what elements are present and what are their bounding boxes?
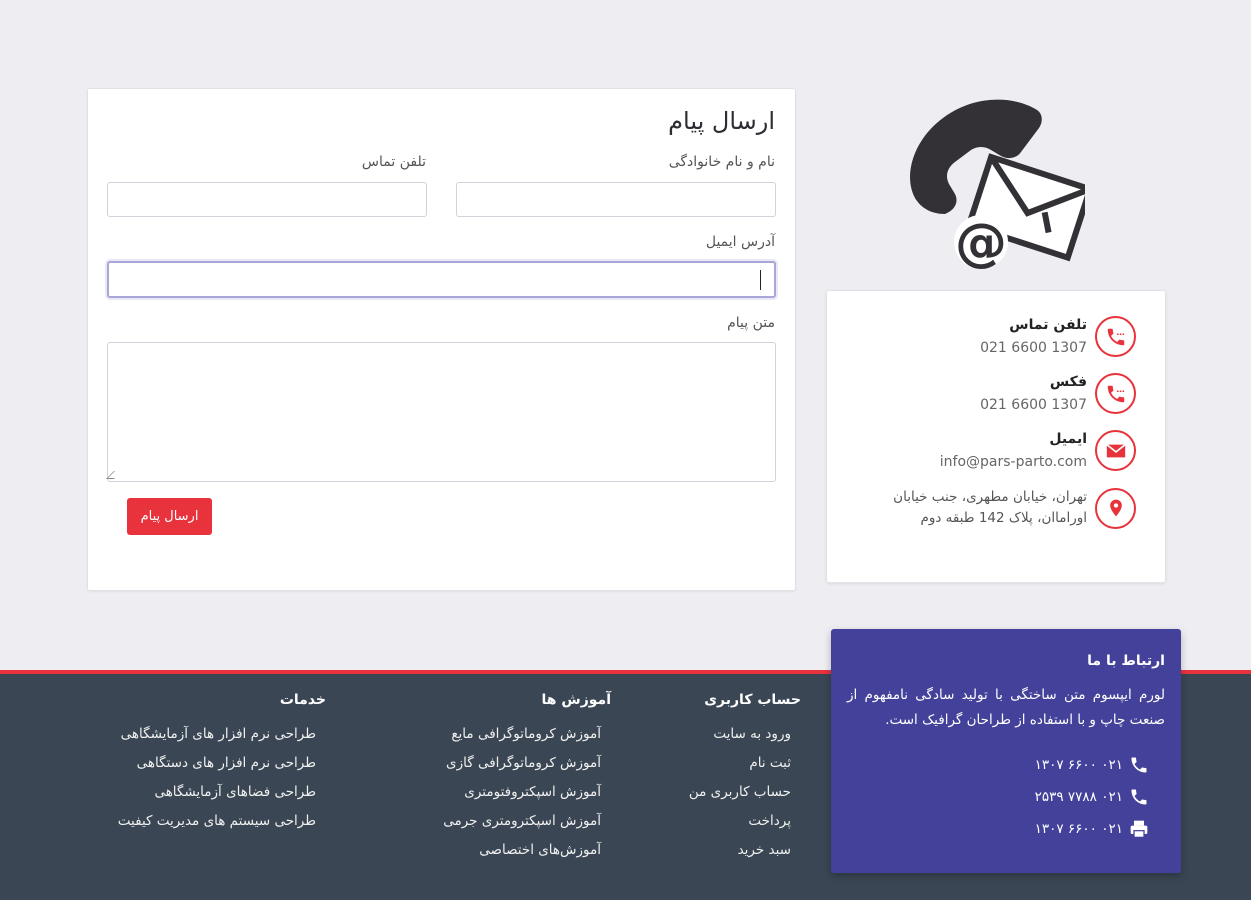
info-fax-row: فکس 021 6600 1307 [980, 373, 1136, 414]
message-label: متن پیام [727, 315, 775, 331]
fax-value: 021 6600 1307 [980, 397, 1087, 413]
footer-link[interactable]: سبد خرید [689, 842, 791, 871]
address-text: تهران، خیابان مطهری، جنب خیابان اوراماان… [893, 489, 1087, 526]
svg-text:@: @ [955, 213, 1007, 273]
name-input[interactable] [456, 182, 776, 217]
contact-phone-1: ۰۲۱ ۶۶۰۰ ۱۳۰۷ [1034, 757, 1123, 773]
footer-link[interactable]: ورود به سایت [689, 726, 791, 755]
printer-icon [1130, 820, 1148, 838]
envelope-icon [1095, 430, 1136, 471]
info-email-row: ایمیل info@pars-parto.com [940, 430, 1136, 471]
footer-link[interactable]: طراحی سیستم های مدیریت کیفیت [118, 813, 316, 842]
phone-label: تلفن تماس [361, 154, 426, 170]
contact-phone-row-2: ۰۲۱ ۷۷۸۸ ۲۵۳۹ [847, 781, 1165, 813]
phone-input[interactable] [107, 182, 427, 217]
contact-phone-2: ۰۲۱ ۷۷۸۸ ۲۵۳۹ [1034, 789, 1123, 805]
info-address-row: تهران، خیابان مطهری، جنب خیابان اوراماان… [887, 487, 1136, 529]
contact-box-text: لورم ایپسوم متن ساختگی با تولید سادگی نا… [847, 687, 1165, 728]
footer-link[interactable]: آموزش‌های اختصاصی [443, 842, 601, 871]
phone-title: تلفن تماس [1009, 317, 1087, 333]
footer-link[interactable]: ثبت نام [689, 755, 791, 784]
text-caret [760, 270, 761, 290]
footer-link[interactable]: طراحی فضاهای آزمایشگاهی [118, 784, 316, 813]
footer-account-title: حساب کاربری [704, 692, 801, 708]
info-phone-row: تلفن تماس 021 6600 1307 [980, 316, 1136, 357]
phone-icon [1131, 757, 1147, 773]
email-title: ایمیل [1049, 431, 1087, 447]
footer-link[interactable]: آموزش کروماتوگرافی مایع [443, 726, 601, 755]
name-label: نام و نام خانوادگی [668, 154, 775, 170]
submit-button[interactable]: ارسال پیام [127, 498, 212, 535]
footer-link[interactable]: آموزش اسپکترومتری جرمی [443, 813, 601, 842]
email-input[interactable] [107, 261, 776, 298]
contact-form-card: ارسال پیام نام و نام خانوادگی تلفن تماس … [87, 88, 796, 591]
resize-handle[interactable] [106, 471, 122, 479]
footer-contact-box: ارتباط با ما لورم ایپسوم متن ساختگی با ت… [831, 629, 1181, 873]
form-title: ارسال پیام [668, 107, 775, 135]
footer-services-column: خدمات طراحی نرم افزار های آزمایشگاهی طرا… [118, 692, 326, 842]
footer-services-title: خدمات [279, 692, 326, 708]
message-textarea[interactable] [106, 342, 776, 482]
footer-link[interactable]: حساب کاربری من [689, 784, 791, 813]
fax-phone-icon [1095, 373, 1136, 414]
contact-fax: ۰۲۱ ۶۶۰۰ ۱۳۰۷ [1034, 821, 1123, 837]
contact-box-title: ارتباط با ما [1087, 653, 1165, 669]
footer-education-title: آموزش ها [541, 692, 611, 708]
footer-link[interactable]: آموزش اسپکتروفتومتری [443, 784, 601, 813]
email-value[interactable]: info@pars-parto.com [940, 454, 1087, 470]
phone-icon [1095, 316, 1136, 357]
footer-link[interactable]: پرداخت [689, 813, 791, 842]
contact-info-card: تلفن تماس 021 6600 1307 فکس 021 6600 130… [826, 290, 1166, 583]
phone-value: 021 6600 1307 [980, 340, 1087, 356]
phone-icon [1131, 789, 1147, 805]
phone-mail-illustration-icon: @ [910, 99, 1085, 273]
contact-phone-row-1: ۰۲۱ ۶۶۰۰ ۱۳۰۷ [847, 749, 1165, 781]
map-pin-icon [1095, 487, 1136, 529]
fax-title: فکس [1049, 374, 1087, 390]
footer-account-column: حساب کاربری ورود به سایت ثبت نام حساب کا… [689, 692, 801, 871]
footer-education-column: آموزش ها آموزش کروماتوگرافی مایع آموزش ک… [443, 692, 611, 871]
email-label: آدرس ایمیل [705, 234, 775, 250]
contact-fax-row: ۰۲۱ ۶۶۰۰ ۱۳۰۷ [847, 813, 1165, 845]
footer-link[interactable]: طراحی نرم افزار های دستگاهی [118, 755, 316, 784]
footer-link[interactable]: طراحی نرم افزار های آزمایشگاهی [118, 726, 316, 755]
footer-link[interactable]: آموزش کروماتوگرافی گازی [443, 755, 601, 784]
